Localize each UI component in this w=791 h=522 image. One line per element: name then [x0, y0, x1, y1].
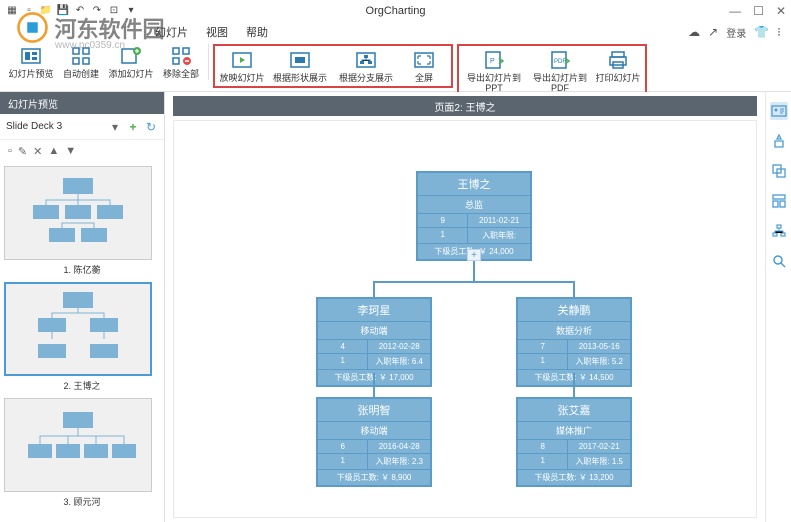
maximize-button[interactable]: ☐ — [753, 4, 764, 18]
canvas-area: 页面2: 王博之 王博之 总监 92011-02-21 1入职年限: 下级员工数… — [165, 92, 765, 522]
slide-tools-row: ▫ ✎ ✕ ▲ ▼ — [0, 140, 164, 162]
ribbon-group-preview: 幻灯片预览 自动创建 添加幻灯片 移除全部 — [8, 44, 209, 80]
slide-deck-selector[interactable]: Slide Deck 3 ▾ + ↻ — [0, 114, 164, 140]
tool-up-icon[interactable]: ▲ — [48, 145, 59, 157]
titlebar: ▦ ▫ 📁 💾 ↶ ↷ ⊡ ▾ OrgCharting — ☐ ✕ — [0, 0, 791, 22]
ribbon-group-play: 放映幻灯片 根据形状展示 根据分支展示 全屏 — [213, 44, 453, 88]
search-icon[interactable] — [770, 252, 788, 270]
dropdown-icon[interactable]: ▾ — [124, 4, 138, 18]
shape-show-button[interactable]: 根据形状展示 — [269, 48, 331, 84]
new-icon[interactable]: ▫ — [22, 4, 36, 18]
auto-create-button[interactable]: 自动创建 — [58, 44, 104, 80]
redo-icon[interactable]: ↷ — [90, 4, 104, 18]
login-link[interactable]: 登录 — [726, 25, 746, 40]
slide-thumb-1[interactable]: 1. 陈亿蘅 — [4, 166, 160, 276]
window-controls: — ☐ ✕ — [729, 4, 786, 18]
slide-thumb-2[interactable]: 2. 王博之 — [4, 282, 160, 392]
tool-edit-icon[interactable]: ✎ — [18, 145, 27, 158]
more-icon[interactable]: ⁝ — [777, 25, 781, 39]
org-node-c4[interactable]: 张艾嘉 媒体推广 82017-02-21 1入职年限: 1.5 下级员工数: ￥… — [516, 397, 632, 487]
layout-icon[interactable] — [770, 192, 788, 210]
play-slides-button[interactable]: 放映幻灯片 — [219, 48, 265, 84]
svg-text:P: P — [490, 58, 495, 65]
export-pdf-button[interactable]: PDF 导出幻灯片到PDF — [529, 48, 591, 94]
org-node-root[interactable]: 王博之 总监 92011-02-21 1入职年限: 下级员工数: ￥ 24,00… — [416, 171, 532, 261]
tool-delete-icon[interactable]: ✕ — [33, 145, 42, 158]
play-icon — [230, 48, 254, 72]
slide-thumb-3[interactable]: 3. 顾元河 — [4, 398, 160, 508]
export-ppt-icon: P — [482, 48, 506, 72]
app-icon: ▦ — [5, 4, 19, 18]
tool-add-icon[interactable]: ▫ — [8, 145, 12, 157]
cloud-icon[interactable]: ☁ — [688, 25, 700, 39]
user-icon[interactable]: 👕 — [754, 25, 769, 39]
org-chart: 王博之 总监 92011-02-21 1入职年限: 下级员工数: ￥ 24,00… — [174, 121, 756, 517]
minimize-button[interactable]: — — [729, 4, 741, 18]
menu-slides[interactable]: 幻灯片 — [155, 24, 188, 40]
fullscreen-icon — [412, 48, 436, 72]
open-icon[interactable]: 📁 — [39, 4, 53, 18]
tree-icon[interactable] — [770, 222, 788, 240]
slides-list: 1. 陈亿蘅 2. 王博之 3. 顾元河 — [0, 162, 164, 522]
auto-icon — [69, 44, 93, 68]
branch-show-icon — [354, 48, 378, 72]
quick-access-toolbar: ▦ ▫ 📁 💾 ↶ ↷ ⊡ ▾ — [5, 4, 138, 18]
right-toolbar — [765, 92, 791, 522]
slide-panel: 幻灯片预览 Slide Deck 3 ▾ + ↻ ▫ ✎ ✕ ▲ ▼ 1. 陈亿… — [0, 92, 165, 522]
svg-text:PDF: PDF — [554, 59, 566, 65]
page-header: 页面2: 王博之 — [173, 96, 757, 116]
close-button[interactable]: ✕ — [776, 4, 786, 18]
share-icon[interactable]: ↗ — [708, 25, 718, 39]
deck-dropdown-icon[interactable]: ▾ — [108, 120, 122, 134]
branch-show-button[interactable]: 根据分支展示 — [335, 48, 397, 84]
app-title: OrgCharting — [366, 5, 426, 17]
print-button[interactable]: 打印幻灯片 — [595, 48, 641, 94]
theme-icon[interactable] — [770, 132, 788, 150]
ribbon-group-export: P 导出幻灯片到PPT PDF 导出幻灯片到PDF 打印幻灯片 — [457, 44, 647, 98]
export-ppt-button[interactable]: P 导出幻灯片到PPT — [463, 48, 525, 94]
menu-view[interactable]: 视图 — [206, 24, 228, 40]
add-slide-icon — [119, 44, 143, 68]
slide-panel-header: 幻灯片预览 — [0, 92, 164, 114]
add-slide-button[interactable]: 添加幻灯片 — [108, 44, 154, 80]
shape-show-icon — [288, 48, 312, 72]
deck-refresh-icon[interactable]: ↻ — [144, 120, 158, 134]
remove-all-button[interactable]: 移除全部 — [158, 44, 204, 80]
preview-icon — [19, 44, 43, 68]
save-icon[interactable]: 💾 — [56, 4, 70, 18]
remove-all-icon — [169, 44, 193, 68]
main-area: 幻灯片预览 Slide Deck 3 ▾ + ↻ ▫ ✎ ✕ ▲ ▼ 1. 陈亿… — [0, 92, 791, 522]
tool-down-icon[interactable]: ▼ — [65, 145, 76, 157]
print-icon — [606, 48, 630, 72]
undo-icon[interactable]: ↶ — [73, 4, 87, 18]
add-child-button[interactable]: + — [467, 249, 481, 261]
menu-help[interactable]: 帮助 — [246, 24, 268, 40]
org-node-c3[interactable]: 张明智 移动端 62016-04-28 1入职年限: 2.3 下级员工数: ￥ … — [316, 397, 432, 487]
canvas[interactable]: 王博之 总监 92011-02-21 1入职年限: 下级员工数: ￥ 24,00… — [173, 120, 757, 518]
preview-button[interactable]: 幻灯片预览 — [8, 44, 54, 80]
person-card-icon[interactable] — [770, 102, 788, 120]
zoom-icon[interactable]: ⊡ — [107, 4, 121, 18]
ribbon-toolbar: 幻灯片预览 自动创建 添加幻灯片 移除全部 放映幻灯片 根据形状展示 根据分支展… — [0, 42, 791, 92]
export-pdf-icon: PDF — [548, 48, 572, 72]
fullscreen-button[interactable]: 全屏 — [401, 48, 447, 84]
deck-add-icon[interactable]: + — [126, 120, 140, 134]
menubar: 幻灯片 视图 帮助 ☁ ↗ 登录 👕 ⁝ — [0, 22, 791, 42]
layers-icon[interactable] — [770, 162, 788, 180]
